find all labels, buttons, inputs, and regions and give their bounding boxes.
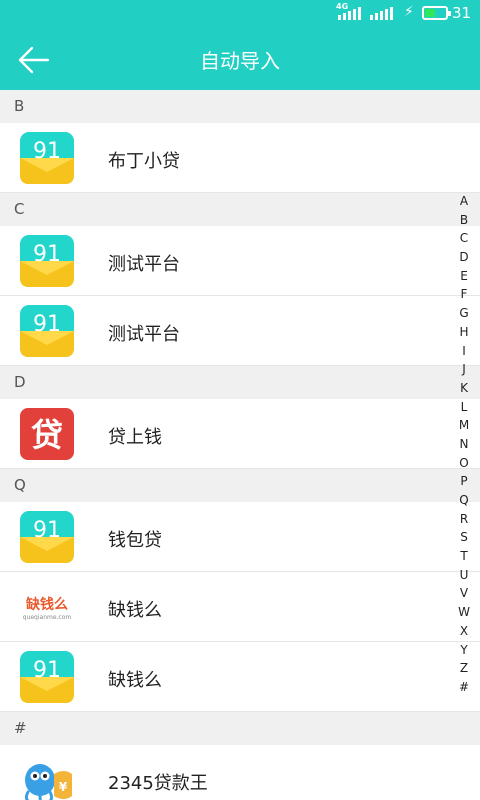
list-item[interactable]: 91 布丁小贷 — [0, 123, 480, 193]
page-title: 自动导入 — [200, 49, 280, 73]
index-letter[interactable]: X — [456, 622, 472, 641]
index-letter[interactable]: N — [456, 435, 472, 454]
svg-text:91: 91 — [33, 139, 61, 164]
index-letter[interactable]: V — [456, 584, 472, 603]
app-name: 2345贷款王 — [108, 773, 208, 794]
app-91-icon: 91 — [20, 651, 74, 703]
index-letter[interactable]: Z — [456, 659, 472, 678]
battery-icon — [422, 6, 451, 20]
index-letter[interactable]: U — [456, 566, 472, 585]
index-letter[interactable]: R — [456, 510, 472, 529]
app-name: 钱包贷 — [108, 530, 162, 551]
app-91-icon: 91 — [20, 235, 74, 287]
app-name: 缺钱么 — [108, 600, 162, 621]
index-letter[interactable]: I — [456, 342, 472, 361]
index-letter[interactable]: S — [456, 528, 472, 547]
list-item[interactable]: 贷 贷上钱 — [0, 399, 480, 469]
index-letter[interactable]: H — [456, 323, 472, 342]
mascot-icon: ¥ — [24, 764, 72, 800]
section-header-q: Q — [0, 469, 480, 502]
index-letter[interactable]: M — [456, 416, 472, 435]
status-bar: 4G ⚡ 31 — [0, 0, 480, 28]
index-letter[interactable]: # — [456, 678, 472, 697]
index-letter[interactable]: G — [456, 304, 472, 323]
index-letter[interactable]: O — [456, 454, 472, 473]
dai-logo-icon: 贷 — [20, 408, 74, 460]
index-letter[interactable]: P — [456, 472, 472, 491]
svg-text:贷: 贷 — [31, 416, 63, 454]
section-header-d: D — [0, 366, 480, 399]
list-item[interactable]: 91 测试平台 — [0, 296, 480, 366]
list-item[interactable]: 91 钱包贷 — [0, 502, 480, 572]
app-name: 布丁小贷 — [108, 151, 180, 172]
svg-text:91: 91 — [33, 242, 61, 267]
index-letter[interactable]: B — [456, 211, 472, 230]
list-item[interactable]: 91 测试平台 — [0, 226, 480, 296]
list-item[interactable]: 缺钱么 queqianme.com 缺钱么 — [0, 572, 480, 642]
svg-text:91: 91 — [33, 518, 61, 543]
list-item[interactable]: ¥ 2345贷款王 — [0, 745, 480, 800]
app-91-icon: 91 — [20, 132, 74, 184]
app-bar: 自动导入 — [0, 28, 480, 90]
svg-text:¥: ¥ — [59, 780, 68, 794]
signal-icon — [338, 6, 361, 20]
index-letter[interactable]: D — [456, 248, 472, 267]
app-name: 测试平台 — [108, 254, 180, 275]
index-letter[interactable]: C — [456, 229, 472, 248]
app-name: 贷上钱 — [108, 427, 162, 448]
index-letter[interactable]: Y — [456, 641, 472, 660]
svg-text:queqianme.com: queqianme.com — [23, 614, 72, 621]
index-letter[interactable]: T — [456, 547, 472, 566]
index-letter[interactable]: W — [456, 603, 472, 622]
svg-text:91: 91 — [33, 312, 61, 337]
svg-text:缺钱么: 缺钱么 — [26, 596, 68, 613]
signal-icon — [370, 6, 393, 20]
app-91-icon: 91 — [20, 305, 74, 357]
index-letter[interactable]: F — [456, 285, 472, 304]
app-91-icon: 91 — [20, 511, 74, 563]
index-letter[interactable]: J — [456, 360, 472, 379]
alphabet-index[interactable]: A B C D E F G H I J K L M N O P Q R S T U V W X Y Z # — [456, 192, 472, 697]
app-name: 缺钱么 — [108, 670, 162, 691]
index-letter[interactable]: L — [456, 398, 472, 417]
svg-text:91: 91 — [33, 658, 61, 683]
section-header-b: B — [0, 90, 480, 123]
index-letter[interactable]: Q — [456, 491, 472, 510]
app-list: B 91 布丁小贷 C 91 测试平台 91 测试平台 D 贷 贷上钱 Q 91… — [0, 90, 480, 800]
app-name: 测试平台 — [108, 324, 180, 345]
list-item[interactable]: 91 缺钱么 — [0, 642, 480, 712]
index-letter[interactable]: A — [456, 192, 472, 211]
queqianme-logo-icon: 缺钱么 queqianme.com — [20, 581, 74, 633]
charging-icon: ⚡ — [404, 4, 414, 20]
index-letter[interactable]: E — [456, 267, 472, 286]
battery-level: 31 — [452, 4, 472, 22]
section-header-hash: # — [0, 712, 480, 745]
section-header-c: C — [0, 193, 480, 226]
index-letter[interactable]: K — [456, 379, 472, 398]
